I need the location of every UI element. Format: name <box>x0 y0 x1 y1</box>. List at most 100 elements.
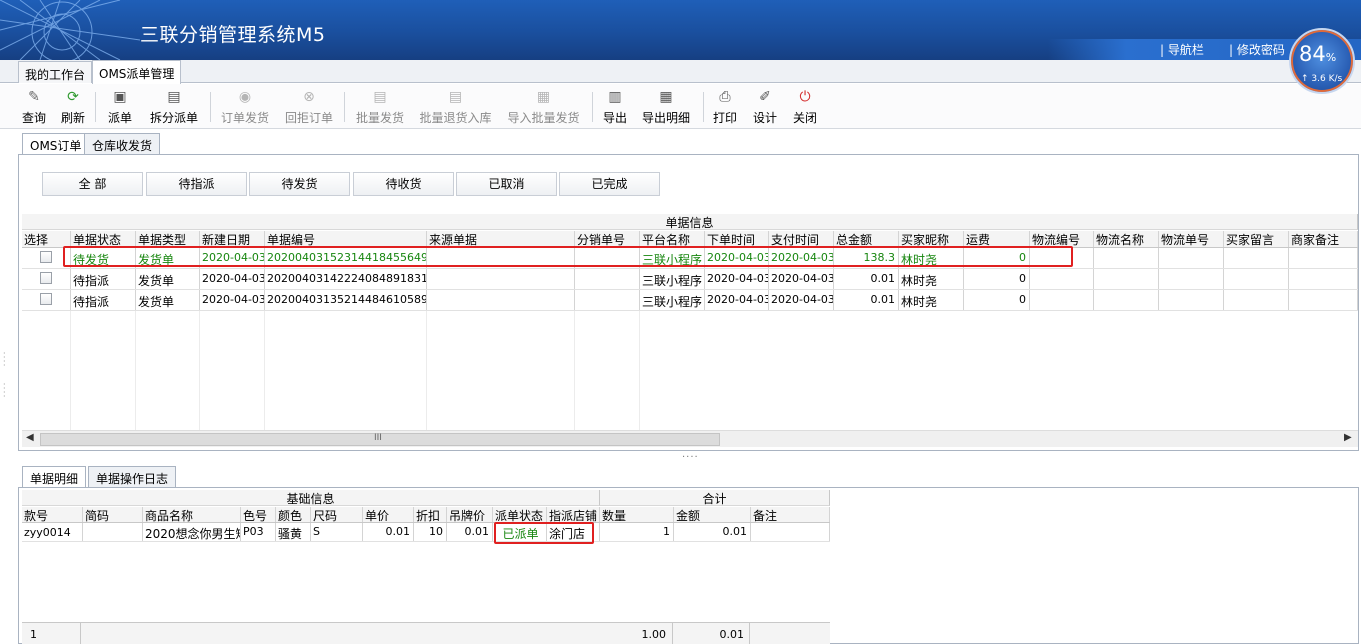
app-banner: 三联分销管理系统M5 | 导航栏 | 修改密码 <box>0 0 1361 60</box>
filter-pending-receive[interactable]: 待收货 <box>353 172 454 196</box>
row-source <box>427 269 575 289</box>
row-buyer: 林时尧 <box>899 290 964 310</box>
col-dispatch-status[interactable]: 派单状态 <box>493 507 547 522</box>
col-merchant-note[interactable]: 商家备注 <box>1289 231 1358 247</box>
table-row[interactable]: 待指派 发货单 2020-04-03 202004031422240848918… <box>22 269 1358 290</box>
print-button[interactable]: ⎙ 打印 <box>711 88 739 126</box>
export-button[interactable]: ▥ 导出 <box>601 88 629 126</box>
table-row[interactable]: zyy0014 2020想念你男生短 P03 骚黄 S 0.01 10 0.01… <box>22 523 830 542</box>
detail-amount: 0.01 <box>674 523 751 541</box>
scroll-left-icon[interactable]: ◀ <box>26 432 34 443</box>
col-color-no[interactable]: 色号 <box>241 507 276 522</box>
col-select[interactable]: 选择 <box>22 231 71 247</box>
filter-pending-assign[interactable]: 待指派 <box>146 172 247 196</box>
col-pay-time[interactable]: 支付时间 <box>769 231 834 247</box>
import-batch-ship-button[interactable]: ▦ 导入批量发货 <box>505 88 582 126</box>
filter-completed[interactable]: 已完成 <box>559 172 660 196</box>
row-pay-time: 2020-04-03 <box>769 269 834 289</box>
scroll-right-icon[interactable]: ▶ <box>1344 432 1352 443</box>
export-detail-button[interactable]: ▦ 导出明细 <box>640 88 692 126</box>
scrollbar-thumb[interactable]: III <box>40 433 720 446</box>
left-collapse-handle[interactable]: · · · · <box>3 350 7 370</box>
col-qty[interactable]: 数量 <box>600 507 674 522</box>
dispatch-button[interactable]: ▣ 派单 <box>106 88 134 126</box>
reject-icon: ⊗ <box>303 89 315 105</box>
col-freight[interactable]: 运费 <box>964 231 1030 247</box>
col-product-name[interactable]: 商品名称 <box>143 507 241 522</box>
panel-splitter-handle[interactable]: ···· <box>682 452 699 463</box>
col-amount[interactable]: 金额 <box>674 507 751 522</box>
main-tab-bar: 我的工作台 OMS派单管理 <box>0 60 1361 84</box>
network-speed-widget[interactable]: 84% ↑ 3.6 K/s <box>1289 28 1355 94</box>
row-checkbox[interactable] <box>40 251 52 263</box>
row-order-time: 2020-04-03 <box>705 269 769 289</box>
nav-link-change-password[interactable]: | 修改密码 <box>1229 41 1285 58</box>
orders-empty-area <box>22 311 1358 430</box>
filter-all[interactable]: 全 部 <box>42 172 143 196</box>
row-order-time: 2020-04-03 <box>705 290 769 310</box>
close-button[interactable]: ⏻ 关闭 <box>791 88 819 126</box>
nav-link-navigation[interactable]: | 导航栏 <box>1160 41 1204 58</box>
detail-color: 骚黄 <box>276 523 311 541</box>
row-status: 待指派 <box>71 290 136 310</box>
row-type: 发货单 <box>136 290 200 310</box>
detail-group-basic: 基础信息 <box>22 490 600 506</box>
query-button[interactable]: ✎ 查询 <box>21 88 47 126</box>
col-note[interactable]: 备注 <box>751 507 830 522</box>
col-style-no[interactable]: 款号 <box>22 507 83 522</box>
design-button[interactable]: ✐ 设计 <box>751 88 779 126</box>
detail-tag-price: 0.01 <box>447 523 493 541</box>
col-platform[interactable]: 平台名称 <box>640 231 705 247</box>
detail-grid: 基础信息 合计 款号 简码 商品名称 色号 颜色 尺码 单价 折扣 吊牌价 派单… <box>22 490 830 622</box>
orders-hscrollbar[interactable]: ◀ III ▶ <box>22 430 1358 447</box>
col-color[interactable]: 颜色 <box>276 507 311 522</box>
order-ship-button[interactable]: ◉ 订单发货 <box>219 88 271 126</box>
col-logistics-name[interactable]: 物流名称 <box>1094 231 1159 247</box>
col-logistics-code[interactable]: 物流编号 <box>1030 231 1094 247</box>
tab-order-detail[interactable]: 单据明细 <box>22 466 87 488</box>
col-assigned-store[interactable]: 指派店铺 <box>547 507 600 522</box>
import-icon: ▦ <box>536 89 551 105</box>
col-number[interactable]: 单据编号 <box>265 231 427 247</box>
speed-percent: 84% <box>1299 42 1337 66</box>
left-collapse-handle-2[interactable]: · · · · <box>3 381 7 401</box>
col-size[interactable]: 尺码 <box>311 507 363 522</box>
col-type[interactable]: 单据类型 <box>136 231 200 247</box>
col-buyer[interactable]: 买家昵称 <box>899 231 964 247</box>
col-created[interactable]: 新建日期 <box>200 231 265 247</box>
batch-return-button[interactable]: ▤ 批量退货入库 <box>417 88 494 126</box>
col-order-time[interactable]: 下单时间 <box>705 231 769 247</box>
table-row[interactable]: 待指派 发货单 2020-04-03 202004031352144846105… <box>22 290 1358 311</box>
row-number: 20200403135214484610589​5 <box>265 290 427 310</box>
col-logistics-no[interactable]: 物流单号 <box>1159 231 1224 247</box>
filter-pending-ship[interactable]: 待发货 <box>249 172 350 196</box>
row-checkbox[interactable] <box>40 293 52 305</box>
detail-product-name: 2020想念你男生短 <box>143 523 241 541</box>
refresh-button[interactable]: ⟳ 刷新 <box>59 88 87 126</box>
col-discount[interactable]: 折扣 <box>414 507 447 522</box>
close-icon: ⏻ <box>799 89 811 105</box>
tab-operation-log[interactable]: 单据操作日志 <box>88 466 177 487</box>
row-created: 2020-04-03 <box>200 269 265 289</box>
tab-warehouse-receive-ship[interactable]: 仓库收发货 <box>84 133 161 154</box>
col-buyer-message[interactable]: 买家留言 <box>1224 231 1289 247</box>
row-checkbox[interactable] <box>40 272 52 284</box>
col-total[interactable]: 总金额 <box>834 231 899 247</box>
col-unit-price[interactable]: 单价 <box>363 507 414 522</box>
batch-ship-button[interactable]: ▤ 批量发货 <box>354 88 406 126</box>
tab-workbench[interactable]: 我的工作台 <box>18 61 93 83</box>
filter-cancelled[interactable]: 已取消 <box>456 172 557 196</box>
split-dispatch-button[interactable]: ▤ 拆分派单 <box>148 88 200 126</box>
col-tag-price[interactable]: 吊牌价 <box>447 507 493 522</box>
reject-order-button[interactable]: ⊗ 回拒订单 <box>283 88 335 126</box>
app-title: 三联分销管理系统M5 <box>140 24 326 46</box>
detail-group-total: 合计 <box>600 490 830 506</box>
tab-oms-orders[interactable]: OMS订单 <box>22 133 90 155</box>
col-source[interactable]: 来源单据 <box>427 231 575 247</box>
col-status[interactable]: 单据状态 <box>71 231 136 247</box>
highlight-order-row <box>63 246 1073 267</box>
tab-oms-dispatch[interactable]: OMS派单管理 <box>92 60 182 84</box>
print-icon: ⎙ <box>719 89 731 105</box>
col-short-code[interactable]: 简码 <box>83 507 143 522</box>
col-dist-no[interactable]: 分销单号 <box>575 231 640 247</box>
